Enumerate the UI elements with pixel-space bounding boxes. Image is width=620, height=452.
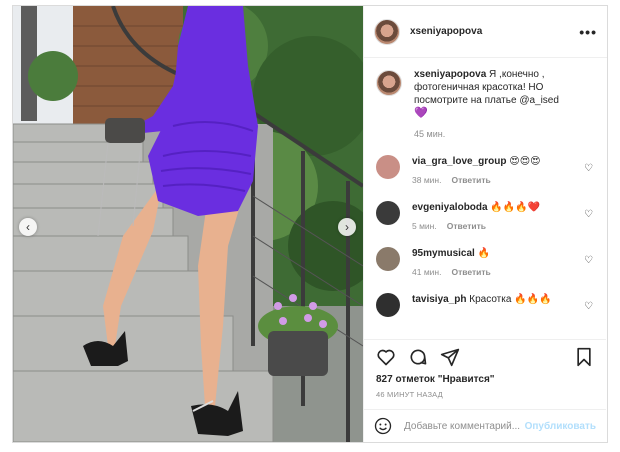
comment-time[interactable]: 41 мин. <box>412 267 441 277</box>
commenter-avatar[interactable] <box>376 293 400 317</box>
comment-like-heart-icon[interactable]: ♡ <box>584 301 593 312</box>
comment-like-heart-icon[interactable]: ♡ <box>584 163 593 174</box>
author-avatar[interactable] <box>374 18 400 45</box>
caption: xseniyapopova Я ,конечно , фотогеничная … <box>376 68 595 141</box>
comment-item: 95mymusical 🔥 41 мин. Ответить ♡ <box>376 247 595 279</box>
bookmark-icon[interactable] <box>574 347 594 367</box>
comment-item: via_gra_love_group 😍😍😍 38 мин. Ответить ♡ <box>376 155 595 187</box>
comment-icon[interactable] <box>408 347 428 367</box>
post-timestamp: 46 МИНУТ НАЗАД <box>376 390 443 399</box>
caption-username[interactable]: xseniyapopova <box>414 69 486 80</box>
likes-number[interactable]: 827 отметок <box>376 374 435 385</box>
comment-text: 😍😍😍 <box>509 156 541 167</box>
reply-button[interactable]: Ответить <box>451 175 490 185</box>
post-photo[interactable]: ‹ › <box>13 6 363 442</box>
post-actions: 827 отметок "Нравится" 46 МИНУТ НАЗАД <box>364 339 606 409</box>
caption-time[interactable]: 45 мин. <box>414 128 595 141</box>
comment-item: evgeniyaloboda 🔥🔥🔥❤️ 5 мин. Ответить ♡ <box>376 201 595 233</box>
commenter-avatar[interactable] <box>376 201 400 225</box>
comment-composer: Опубликовать <box>364 409 606 442</box>
post-side-panel: xseniyapopova ••• xseniyapopova Я ,конеч… <box>363 6 607 442</box>
emoji-smile-icon[interactable] <box>374 417 392 435</box>
author-username[interactable]: xseniyapopova <box>410 26 579 37</box>
purple-heart-emoji: 💜 <box>414 107 428 119</box>
photo-illustration <box>13 6 363 442</box>
commenter-username[interactable]: tavisiya_ph <box>412 294 466 305</box>
likes-count[interactable]: 827 отметок "Нравится" <box>376 374 594 385</box>
comments-list[interactable]: xseniyapopova Я ,конечно , фотогеничная … <box>364 58 607 338</box>
likes-label: "Нравится" <box>437 374 495 385</box>
comment-time[interactable]: 5 мин. <box>412 221 437 231</box>
share-icon[interactable] <box>440 347 460 367</box>
publish-button[interactable]: Опубликовать <box>525 421 596 432</box>
comment-text: 🔥 <box>477 248 491 259</box>
comment-like-heart-icon[interactable]: ♡ <box>584 209 593 220</box>
reply-button[interactable]: Ответить <box>451 267 490 277</box>
commenter-username[interactable]: evgeniyaloboda <box>412 202 488 213</box>
previous-photo-button[interactable]: ‹ <box>19 218 37 236</box>
reply-button[interactable]: Ответить <box>447 221 486 231</box>
commenter-username[interactable]: via_gra_love_group <box>412 156 506 167</box>
comment-input[interactable] <box>402 419 525 433</box>
comment-like-heart-icon[interactable]: ♡ <box>584 255 593 266</box>
commenter-avatar[interactable] <box>376 155 400 179</box>
comment-text: 🔥🔥🔥❤️ <box>490 202 541 213</box>
post-header: xseniyapopova ••• <box>364 6 607 58</box>
instagram-post: ‹ › xseniyapopova ••• xseniyapopova Я ,к… <box>12 5 608 443</box>
heart-icon[interactable] <box>376 347 396 367</box>
comment-text: Красотка 🔥🔥🔥 <box>469 294 552 305</box>
comment-item: tavisiya_ph Красотка 🔥🔥🔥 ♡ <box>376 293 595 317</box>
more-options-icon[interactable]: ••• <box>579 24 597 40</box>
commenter-username[interactable]: 95mymusical <box>412 248 475 259</box>
comment-time[interactable]: 38 мин. <box>412 175 441 185</box>
commenter-avatar[interactable] <box>376 247 400 271</box>
next-photo-button[interactable]: › <box>338 218 356 236</box>
caption-avatar[interactable] <box>376 70 402 96</box>
